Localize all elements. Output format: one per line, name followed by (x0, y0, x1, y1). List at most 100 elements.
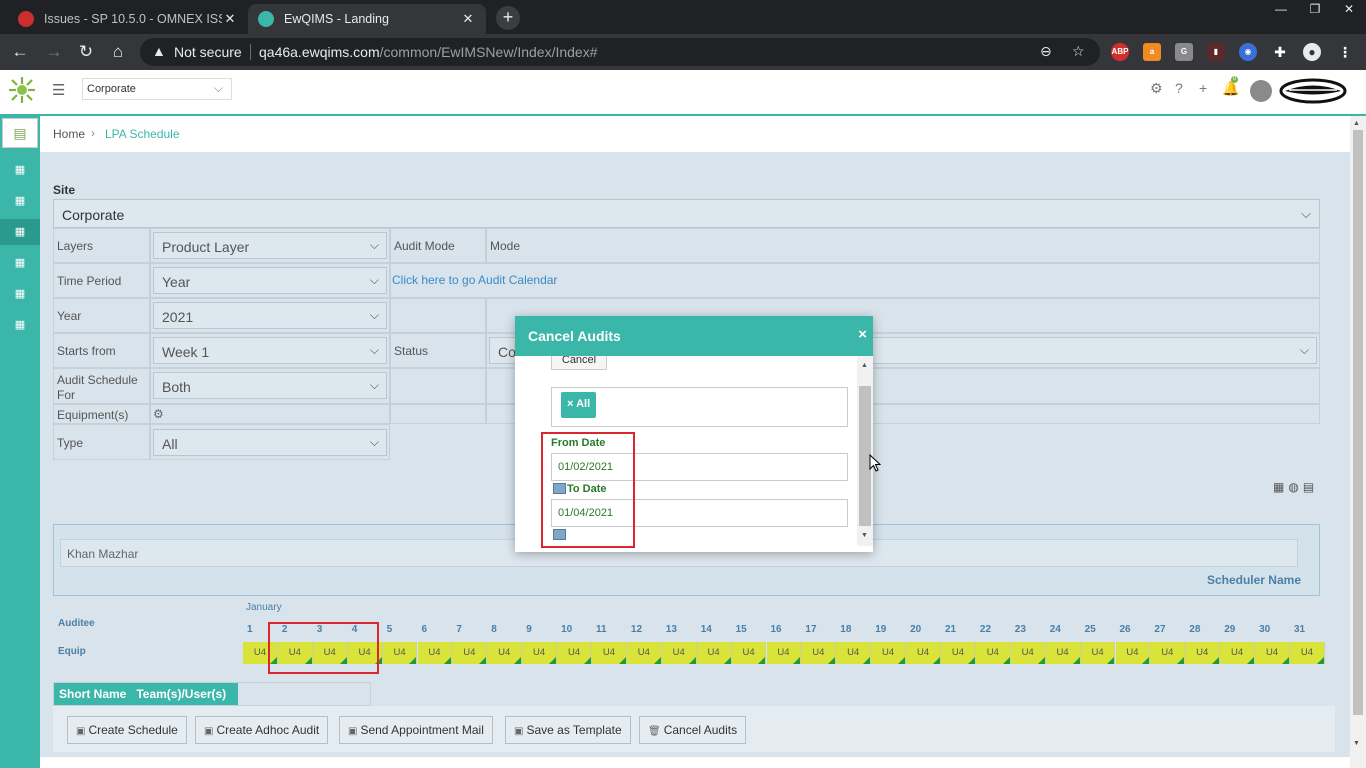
browser-tab-issues[interactable]: Issues - SP 10.5.0 - OMNEX ISSUE ✕ (8, 4, 248, 34)
type-select[interactable]: All ⌵ (153, 429, 387, 456)
equipment-gear-icon[interactable]: ⚙ (153, 407, 164, 421)
all-chip[interactable]: × All (561, 392, 597, 418)
tab-close-icon[interactable]: ✕ (460, 11, 476, 27)
dialog-scrollbar[interactable]: ▲ ▼ (857, 356, 873, 546)
sidebar-building-icon[interactable]: ▦ (0, 312, 40, 338)
schedule-cell[interactable]: U4 (1045, 642, 1081, 664)
create-adhoc-audit-button[interactable]: ▣ Create Adhoc Audit (195, 716, 329, 744)
extension-g-icon[interactable]: G (1175, 43, 1193, 61)
selection-chip-box[interactable]: × All (551, 387, 848, 427)
schedule-cell[interactable]: U4 (522, 642, 558, 664)
site-switcher-select[interactable]: Corporate ⌵ (82, 78, 232, 100)
starts-from-select[interactable]: Week 1 ⌵ (153, 337, 387, 364)
schedule-cell[interactable]: U4 (906, 642, 941, 664)
sidebar-building-icon[interactable]: ▦ (0, 281, 40, 307)
sidebar-building-icon[interactable]: ▦ (0, 188, 40, 214)
page-scrollbar[interactable]: ▲ ▼ (1350, 116, 1366, 768)
browser-toolbar: ← → ↻ ⌂ ▲ Not secure qa46a.ewqims.com/co… (0, 34, 1366, 70)
schedule-cell[interactable]: U4 (801, 642, 837, 664)
notification-bell-icon[interactable]: 🔔 (1222, 80, 1239, 97)
forward-icon[interactable]: → (44, 42, 64, 62)
starts-from-label: Starts from (53, 333, 150, 368)
sidebar-module-icon[interactable]: ▤ (2, 118, 38, 148)
schedule-cell[interactable]: U4 (766, 642, 802, 664)
extension-chrome-icon[interactable]: ◉ (1239, 43, 1257, 61)
breadcrumb-home[interactable]: Home (53, 127, 85, 141)
close-icon[interactable]: × (858, 326, 867, 343)
window-close-icon[interactable]: ✕ (1332, 0, 1366, 20)
schedule-cell[interactable]: U4 (1185, 642, 1221, 664)
grid-view-icon[interactable]: ▤ (1303, 480, 1318, 494)
sidebar-building-icon[interactable]: ▦ (0, 157, 40, 183)
audit-calendar-link[interactable]: Click here to go Audit Calendar (392, 273, 557, 287)
schedule-cell[interactable]: U4 (1220, 642, 1256, 664)
schedule-cell[interactable]: U4 (975, 642, 1011, 664)
schedule-cell[interactable]: U4 (941, 642, 976, 664)
schedule-cell[interactable]: U4 (1010, 642, 1046, 664)
button-label: Cancel Audits (663, 723, 738, 737)
dialog-cancel-button[interactable]: Cancel (551, 356, 607, 370)
sidebar-building-icon[interactable]: ▦ (0, 219, 40, 245)
year-select[interactable]: 2021 ⌵ (153, 302, 387, 329)
schedule-cell[interactable]: U4 (871, 642, 907, 664)
day-header: 31 (1294, 624, 1306, 635)
adblock-icon[interactable]: ABP (1111, 43, 1129, 61)
add-icon[interactable]: + (1199, 80, 1207, 96)
address-bar[interactable]: ▲ Not secure qa46a.ewqims.com/common/EwI… (140, 38, 1100, 66)
help-icon[interactable]: ? (1175, 80, 1183, 96)
profile-icon[interactable]: ● (1303, 43, 1321, 61)
back-icon[interactable]: ← (10, 42, 30, 62)
cancel-audits-button[interactable]: 🗑 Cancel Audits (639, 716, 747, 744)
schedule-cell[interactable]: U4 (382, 642, 418, 664)
scroll-down-icon[interactable]: ▼ (861, 532, 868, 539)
reload-icon[interactable]: ↻ (76, 42, 96, 62)
schedule-for-select[interactable]: Both ⌵ (153, 372, 387, 399)
schedule-cell[interactable]: U4 (1115, 642, 1151, 664)
zoom-icon[interactable]: ⊖ (1040, 43, 1052, 60)
hamburger-menu-icon[interactable]: ☰ (52, 81, 65, 99)
schedule-cell[interactable]: U4 (836, 642, 872, 664)
bookmark-star-icon[interactable]: ☆ (1072, 43, 1085, 60)
calendar-view-icon[interactable]: ▦ (1273, 480, 1288, 494)
new-tab-button[interactable]: + (496, 6, 520, 30)
home-icon[interactable]: ⌂ (108, 42, 128, 62)
schedule-cell[interactable]: U4 (452, 642, 488, 664)
globe-icon[interactable]: ◍ (1288, 480, 1302, 494)
sidebar-building-icon[interactable]: ▦ (0, 250, 40, 276)
schedule-cell[interactable]: U4 (592, 642, 627, 664)
schedule-cell[interactable]: U4 (487, 642, 523, 664)
schedule-cell[interactable]: U4 (661, 642, 697, 664)
tab-close-icon[interactable]: ✕ (222, 11, 238, 27)
schedule-cell[interactable]: U4 (1150, 642, 1186, 664)
schedule-cell[interactable]: U4 (1255, 642, 1290, 664)
scroll-up-icon[interactable]: ▲ (861, 362, 868, 369)
scroll-down-icon[interactable]: ▼ (1353, 740, 1360, 747)
user-avatar[interactable] (1250, 80, 1272, 102)
status-select-value: Co (498, 344, 516, 360)
schedule-cell[interactable]: U4 (731, 642, 767, 664)
schedule-cell[interactable]: U4 (696, 642, 732, 664)
schedule-cell[interactable]: U4 (1080, 642, 1116, 664)
minimize-icon[interactable]: — (1264, 0, 1298, 20)
ewqims-logo-icon[interactable] (8, 76, 36, 104)
create-schedule-button[interactable]: ▣ Create Schedule (67, 716, 187, 744)
save-as-template-button[interactable]: ▣ Save as Template (505, 716, 631, 744)
schedule-cell[interactable]: U4 (1290, 642, 1325, 664)
site-select[interactable]: Corporate ⌵ (53, 199, 1320, 228)
extensions-puzzle-icon[interactable]: ✚ (1271, 43, 1289, 61)
settings-gear-icon[interactable]: ⚙ (1150, 80, 1163, 97)
schedule-cell[interactable]: U4 (417, 642, 453, 664)
restore-icon[interactable]: ❐ (1298, 0, 1332, 20)
extension-pdf-icon[interactable]: ▮ (1207, 43, 1225, 61)
scrollbar-thumb[interactable] (1353, 130, 1363, 715)
browser-tab-ewqims[interactable]: EwQIMS - Landing ✕ (248, 4, 486, 34)
time-period-select[interactable]: Year ⌵ (153, 267, 387, 294)
layers-select[interactable]: Product Layer ⌵ (153, 232, 387, 259)
extension-shop-icon[interactable]: a (1143, 43, 1161, 61)
schedule-cell[interactable]: U4 (626, 642, 662, 664)
send-appointment-mail-button[interactable]: ▣ Send Appointment Mail (339, 716, 493, 744)
menu-dots-icon[interactable]: ⋮ (1336, 43, 1354, 61)
breadcrumb-current[interactable]: LPA Schedule (105, 127, 180, 141)
scroll-up-icon[interactable]: ▲ (1353, 120, 1360, 127)
schedule-cell[interactable]: U4 (557, 642, 592, 664)
